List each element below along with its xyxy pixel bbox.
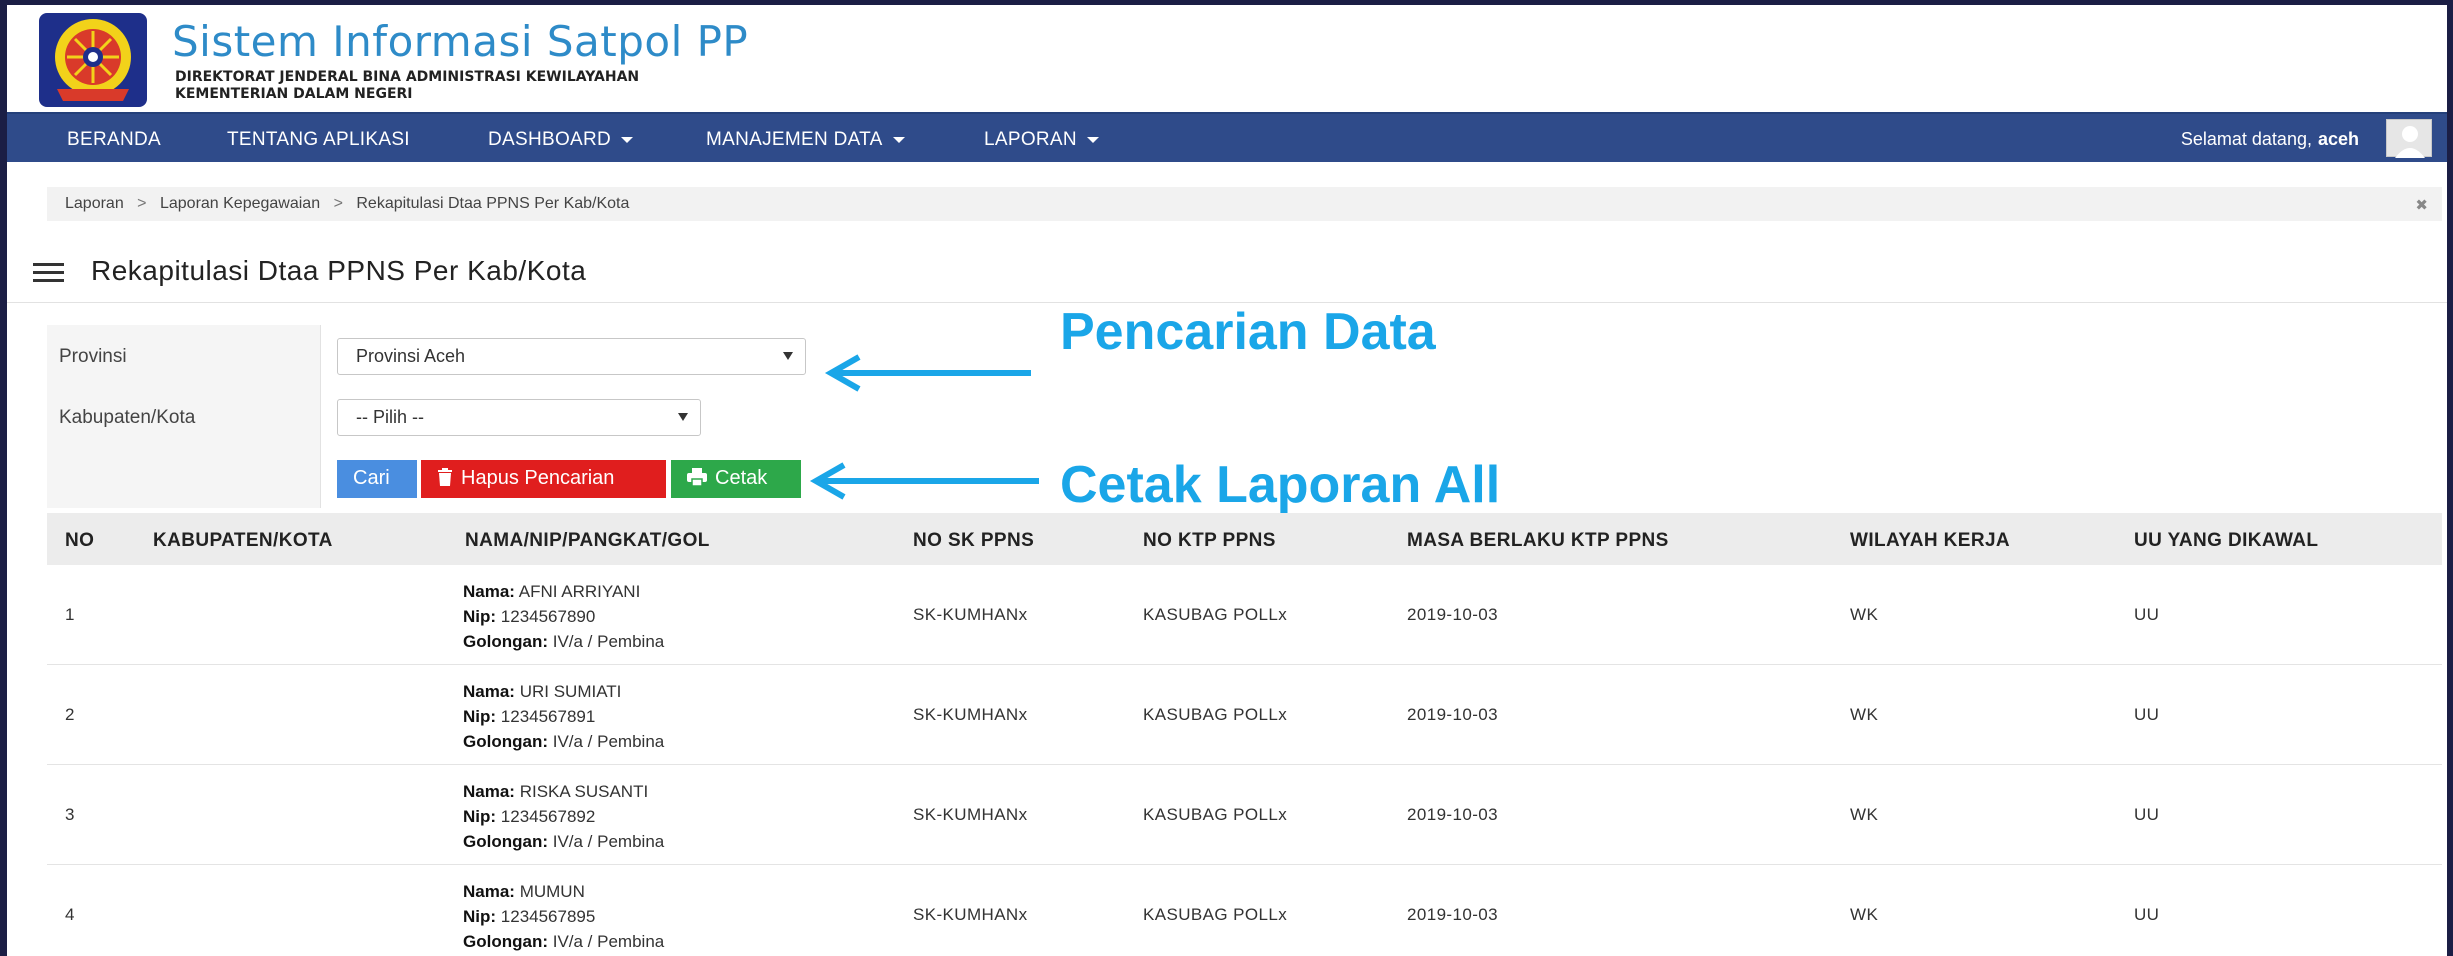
cell-no-sk: SK-KUMHANx xyxy=(913,605,1028,624)
caret-down-icon xyxy=(1086,136,1099,143)
cell-no-ktp: KASUBAG POLLx xyxy=(1143,805,1288,824)
provinsi-select-value: Provinsi Aceh xyxy=(356,346,466,366)
cell-no-ktp: KASUBAG POLLx xyxy=(1143,605,1288,624)
col-header-uu: UU YANG DIKAWAL xyxy=(2134,530,2319,551)
user-icon xyxy=(2395,126,2425,158)
cell-no: 3 xyxy=(65,805,75,824)
main-navbar: BERANDA TENTANG APLIKASI DASHBOARD MANAJ… xyxy=(7,112,2447,162)
satpol-pp-logo xyxy=(39,13,147,107)
dropdown-arrow-icon xyxy=(783,352,793,360)
kabupaten-select-value: -- Pilih -- xyxy=(356,407,424,427)
col-header-wilayah: WILAYAH KERJA xyxy=(1850,530,2011,551)
caret-down-icon xyxy=(892,136,905,143)
divider xyxy=(320,325,321,508)
app-window: Sistem Informasi Satpol PP DIREKTORAT JE… xyxy=(7,5,2447,956)
avatar[interactable] xyxy=(2386,119,2432,158)
cell-nama-nip-gol: Nama: URI SUMIATI Nip: 1234567891 Golong… xyxy=(463,682,665,751)
hamburger-menu-icon[interactable] xyxy=(33,263,64,283)
nav-dashboard[interactable]: DASHBOARD xyxy=(488,129,634,151)
cell-no: 1 xyxy=(65,605,75,624)
table-row: 3 Nama: RISKA SUSANTI Nip: 1234567892 Go… xyxy=(47,765,2442,865)
nav-laporan[interactable]: LAPORAN xyxy=(984,129,1099,151)
caret-down-icon xyxy=(621,136,634,143)
cell-masa-berlaku: 2019-10-03 xyxy=(1407,605,1498,624)
breadcrumb-item-current: Rekapitulasi Dtaa PPNS Per Kab/Kota xyxy=(356,195,630,212)
annotation-arrow-print xyxy=(809,462,1039,500)
annotation-arrow-search xyxy=(824,354,1031,392)
cell-wilayah: WK xyxy=(1850,805,1879,824)
cell-uu: UU xyxy=(2134,805,2160,824)
nav-beranda[interactable]: BERANDA xyxy=(67,129,161,151)
username[interactable]: aceh xyxy=(2318,129,2359,149)
cell-no-sk: SK-KUMHANx xyxy=(913,705,1028,724)
table-row: 4 Nama: MUMUN Nip: 1234567895 Golongan: … xyxy=(47,865,2442,956)
provinsi-label: Provinsi xyxy=(59,346,127,367)
cell-nama-nip-gol: Nama: RISKA SUSANTI Nip: 1234567892 Golo… xyxy=(463,782,665,851)
print-icon xyxy=(687,468,707,487)
cell-wilayah: WK xyxy=(1850,905,1879,924)
col-header-no-sk: NO SK PPNS xyxy=(913,530,1035,551)
cell-masa-berlaku: 2019-10-03 xyxy=(1407,805,1498,824)
kabupaten-select[interactable]: -- Pilih -- xyxy=(337,399,701,436)
cell-uu: UU xyxy=(2134,705,2160,724)
cell-no-sk: SK-KUMHANx xyxy=(913,805,1028,824)
cetak-button[interactable]: Cetak xyxy=(671,460,801,498)
cell-wilayah: WK xyxy=(1850,605,1879,624)
cell-wilayah: WK xyxy=(1850,705,1879,724)
provinsi-select[interactable]: Provinsi Aceh xyxy=(337,338,806,375)
cell-masa-berlaku: 2019-10-03 xyxy=(1407,705,1498,724)
annotation-pencarian-data: Pencarian Data xyxy=(1060,303,1436,361)
table-row: 2 Nama: URI SUMIATI Nip: 1234567891 Golo… xyxy=(47,665,2442,765)
table-header: NO KABUPATEN/KOTA NAMA/NIP/PANGKAT/GOL N… xyxy=(47,513,2442,565)
breadcrumb-item-laporan[interactable]: Laporan xyxy=(65,195,124,212)
breadcrumb-separator: > xyxy=(333,195,343,212)
dropdown-arrow-icon xyxy=(678,413,688,421)
table-row: 1 Nama: AFNI ARRIYANI Nip: 1234567890 Go… xyxy=(47,565,2442,665)
app-subtitle-ministry: KEMENTERIAN DALAM NEGERI xyxy=(175,86,413,102)
cell-no: 2 xyxy=(65,705,75,724)
app-title: Sistem Informasi Satpol PP xyxy=(172,17,749,66)
cell-masa-berlaku: 2019-10-03 xyxy=(1407,905,1498,924)
page-title: Rekapitulasi Dtaa PPNS Per Kab/Kota xyxy=(91,255,587,286)
breadcrumb: Laporan > Laporan Kepegawaian > Rekapitu… xyxy=(47,187,2442,221)
annotation-cetak-laporan-all: Cetak Laporan All xyxy=(1060,456,1501,514)
cell-no: 4 xyxy=(65,905,75,924)
cell-nama-nip-gol: Nama: MUMUN Nip: 1234567895 Golongan: IV… xyxy=(463,882,665,951)
kabupaten-label: Kabupaten/Kota xyxy=(59,407,196,428)
breadcrumb-item-laporan-kepegawaian[interactable]: Laporan Kepegawaian xyxy=(160,195,320,212)
welcome-text: Selamat datang, aceh xyxy=(2180,129,2359,149)
col-header-no: NO xyxy=(65,530,95,551)
cell-no-sk: SK-KUMHANx xyxy=(913,905,1028,924)
cell-uu: UU xyxy=(2134,605,2160,624)
col-header-nama: NAMA/NIP/PANGKAT/GOL xyxy=(465,530,710,551)
col-header-masa-berlaku: MASA BERLAKU KTP PPNS xyxy=(1407,530,1669,551)
cell-nama-nip-gol: Nama: AFNI ARRIYANI Nip: 1234567890 Golo… xyxy=(463,582,665,651)
hapus-pencarian-button[interactable]: Hapus Pencarian xyxy=(421,460,666,498)
nav-tentang-aplikasi[interactable]: TENTANG APLIKASI xyxy=(227,129,410,151)
cell-uu: UU xyxy=(2134,905,2160,924)
cell-no-ktp: KASUBAG POLLx xyxy=(1143,705,1288,724)
cari-button[interactable]: Cari xyxy=(337,460,417,498)
breadcrumb-separator: > xyxy=(137,195,147,212)
app-header: Sistem Informasi Satpol PP DIREKTORAT JE… xyxy=(7,5,2447,112)
col-header-kabupaten: KABUPATEN/KOTA xyxy=(153,530,333,551)
col-header-no-ktp: NO KTP PPNS xyxy=(1143,530,1276,551)
trash-icon xyxy=(438,468,452,486)
cell-no-ktp: KASUBAG POLLx xyxy=(1143,905,1288,924)
close-icon[interactable]: ✖ xyxy=(2415,196,2428,214)
nav-manajemen-data[interactable]: MANAJEMEN DATA xyxy=(706,129,905,151)
app-subtitle-directorate: DIREKTORAT JENDERAL BINA ADMINISTRASI KE… xyxy=(175,69,640,85)
